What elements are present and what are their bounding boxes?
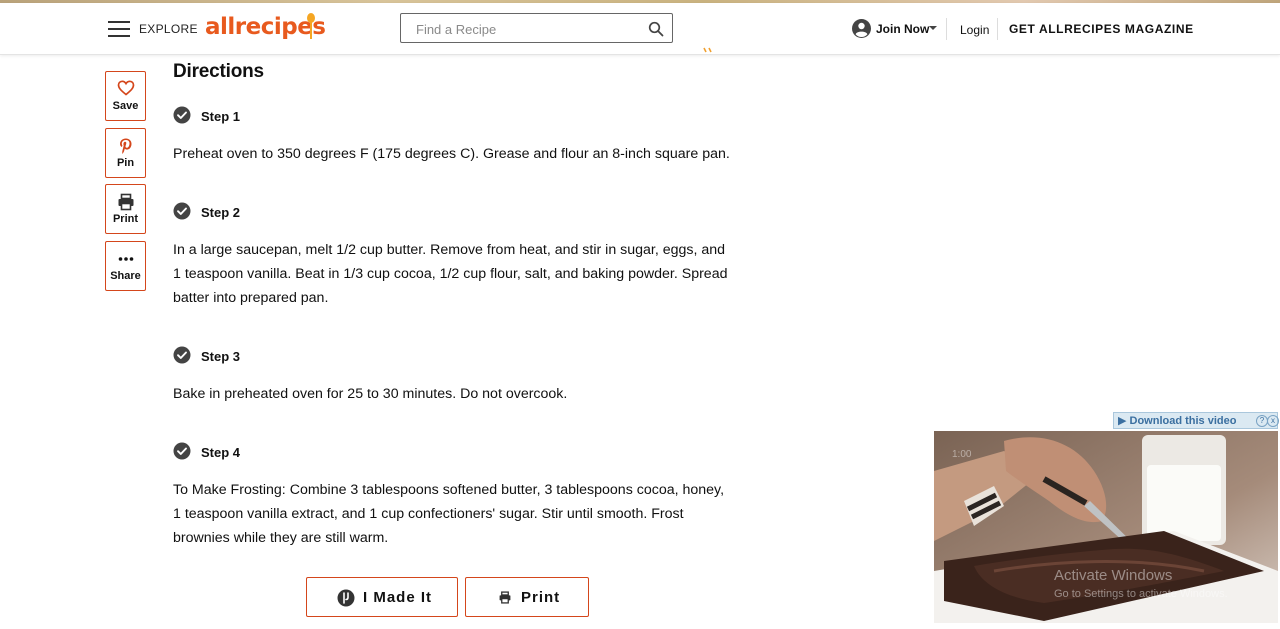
chevron-down-icon[interactable] bbox=[929, 26, 937, 30]
download-video-link[interactable]: ▶ Download this video bbox=[1118, 414, 1236, 427]
hamburger-menu-icon[interactable] bbox=[108, 21, 130, 37]
i-made-it-button[interactable]: I Made It bbox=[306, 577, 458, 617]
print-button-label: Print bbox=[521, 589, 561, 606]
step-text: Bake in preheated oven for 25 to 30 minu… bbox=[173, 386, 568, 402]
activate-windows-subtext: Go to Settings to activate Windows. bbox=[1054, 588, 1228, 600]
step-label: Step 3 bbox=[201, 349, 241, 364]
check-circle-icon[interactable] bbox=[173, 442, 191, 460]
search-icon[interactable] bbox=[648, 21, 664, 37]
step-text: To Make Frosting: Combine 3 tablespoons … bbox=[173, 482, 725, 546]
site-header: EXPLORE allrecipes Join Now Login GET AL… bbox=[0, 3, 1280, 55]
video-timestamp: 1:00 bbox=[952, 449, 972, 460]
activate-windows-watermark: Activate Windows bbox=[1054, 567, 1173, 584]
search-box bbox=[400, 13, 673, 43]
check-circle-icon[interactable] bbox=[173, 106, 191, 124]
explore-link[interactable]: EXPLORE bbox=[139, 22, 198, 36]
step-label: Step 4 bbox=[201, 445, 241, 460]
divider bbox=[946, 18, 947, 40]
save-label: Save bbox=[112, 100, 139, 112]
save-button[interactable]: Save bbox=[105, 71, 146, 121]
share-label: Share bbox=[110, 270, 141, 282]
step-label: Step 1 bbox=[201, 109, 241, 124]
printer-icon bbox=[118, 193, 134, 211]
video-player[interactable]: 1:00 Activate Windows Go to Settings to … bbox=[934, 431, 1278, 623]
search-input[interactable] bbox=[414, 19, 638, 39]
login-link[interactable]: Login bbox=[960, 23, 989, 37]
pin-label: Pin bbox=[116, 157, 135, 169]
print-button[interactable]: Print bbox=[465, 577, 589, 617]
more-dots-icon bbox=[118, 257, 134, 261]
step-text: In a large saucepan, melt 1/2 cup butter… bbox=[173, 242, 728, 306]
user-account-icon[interactable] bbox=[852, 19, 871, 38]
join-now-button[interactable]: Join Now bbox=[876, 22, 929, 36]
download-video-label: Download this video bbox=[1129, 415, 1237, 427]
made-it-icon bbox=[337, 589, 355, 607]
directions-heading: Directions bbox=[173, 61, 264, 82]
printer-icon bbox=[499, 591, 511, 604]
check-circle-icon[interactable] bbox=[173, 202, 191, 220]
close-icon[interactable]: x bbox=[1267, 415, 1279, 427]
step-label: Step 2 bbox=[201, 205, 241, 220]
step-text: Preheat oven to 350 degrees F (175 degre… bbox=[173, 146, 730, 162]
heart-icon bbox=[117, 80, 135, 96]
share-button[interactable]: Share bbox=[105, 241, 146, 291]
decorative-mark bbox=[703, 47, 712, 53]
download-video-bar: ▶ Download this video ? x bbox=[1113, 412, 1279, 429]
print-side-button[interactable]: Print bbox=[105, 184, 146, 234]
spoon-logo-icon bbox=[307, 13, 315, 39]
pin-button[interactable]: Pin bbox=[105, 128, 146, 178]
divider bbox=[997, 18, 998, 40]
pinterest-icon bbox=[120, 138, 132, 154]
magazine-link[interactable]: GET ALLRECIPES MAGAZINE bbox=[1009, 22, 1194, 36]
print-label: Print bbox=[112, 213, 139, 225]
i-made-it-label: I Made It bbox=[363, 589, 433, 606]
check-circle-icon[interactable] bbox=[173, 346, 191, 364]
